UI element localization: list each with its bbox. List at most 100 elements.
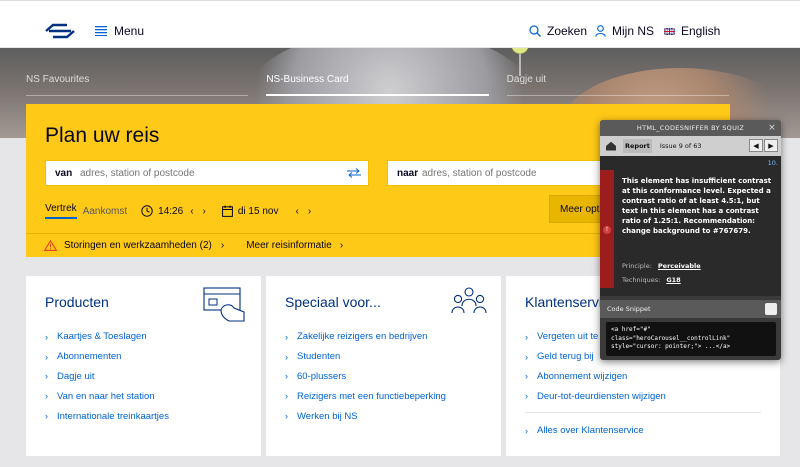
chevron-right-icon: › <box>285 331 288 342</box>
my-ns-button[interactable]: Mijn NS <box>595 24 654 38</box>
chevron-right-icon: › <box>525 351 528 362</box>
list-item[interactable]: › Werken bij NS <box>285 406 446 426</box>
list-item[interactable]: › Zakelijke reizigers en bedrijven <box>285 327 446 347</box>
previous-issue-icon[interactable]: ◀ <box>749 139 763 152</box>
carousel-tabs: NS Favourites NS-Business Card Dagje uit <box>26 74 729 96</box>
list-item[interactable]: › Alles over Klantenservice <box>525 421 644 441</box>
code-snippet-header: Code Snippet <box>600 300 781 318</box>
calendar-icon <box>221 205 233 217</box>
principle-row: Principle: Perceivable <box>622 262 701 270</box>
close-icon[interactable]: × <box>768 120 776 136</box>
issue-number: 10. <box>767 159 778 167</box>
chevron-right-icon: › <box>45 371 48 382</box>
search-icon <box>529 25 541 37</box>
chevron-right-icon: › <box>45 391 48 402</box>
disruptions-label: Storingen en werkzaamheden (2) <box>64 240 212 251</box>
disruptions-link[interactable]: Storingen en werkzaamheden (2) › <box>44 240 226 251</box>
codesniffer-panel: HTML_CODESNIFFER BY SQUIZ × Report Issue… <box>600 120 781 360</box>
error-icon: ! <box>603 226 611 234</box>
card-special-for: Speciaal voor... › Zakelijke reizigers en… <box>266 276 501 456</box>
chevron-right-icon: › <box>339 240 344 251</box>
chevron-right-icon: › <box>285 411 288 422</box>
clock-icon <box>141 205 153 217</box>
from-label: van <box>55 167 73 179</box>
list-item[interactable]: › Deur-tot-deurdiensten wijzigen <box>525 386 666 406</box>
date-value[interactable]: di 15 nov <box>238 206 279 217</box>
issue-navigation: ◀ ▶ <box>749 139 778 152</box>
chevron-right-icon: › <box>525 331 528 342</box>
menu-label: Menu <box>114 24 145 38</box>
chevron-right-icon: › <box>45 411 48 422</box>
list-item[interactable]: › Abonnementen <box>45 347 169 367</box>
principle-link[interactable]: Perceivable <box>658 262 701 270</box>
list-item[interactable]: › Reizigers met een functiebeperking <box>285 386 446 406</box>
hamburger-icon <box>95 26 107 36</box>
list-item[interactable]: › Van en naar het station <box>45 386 169 406</box>
chevron-right-icon: › <box>285 391 288 402</box>
card-title: Klantenservi <box>525 294 603 310</box>
techniques-label: Techniques: <box>622 276 661 284</box>
chevron-right-icon: › <box>525 371 528 382</box>
severity-bar: ! <box>600 170 614 288</box>
user-icon <box>595 25 606 37</box>
swap-icon[interactable] <box>346 168 362 178</box>
time-prev-icon[interactable]: ‹ <box>188 206 195 217</box>
from-input[interactable] <box>80 167 346 179</box>
carousel-tab-business-card[interactable]: NS-Business Card <box>266 74 489 96</box>
language-button[interactable]: English <box>664 24 720 38</box>
code-snippet: <a href="#" class="heroCarousel__control… <box>606 322 776 356</box>
home-icon[interactable] <box>604 141 618 151</box>
next-issue-icon[interactable]: ▶ <box>764 139 778 152</box>
chevron-right-icon: › <box>45 351 48 362</box>
pin-icon[interactable] <box>765 303 777 315</box>
more-info-label: Meer reisinformatie <box>246 240 332 251</box>
chevron-right-icon: › <box>220 240 225 251</box>
list-item[interactable]: › Internationale treinkaartjes <box>45 406 169 426</box>
codesniffer-title-bar[interactable]: HTML_CODESNIFFER BY SQUIZ × <box>600 120 781 136</box>
card-title: Speciaal voor... <box>285 294 381 310</box>
time-controls: Vertrek Aankomst 14:26 ‹ › di 15 nov ‹ › <box>45 203 313 219</box>
codesniffer-toolbar: Report Issue 9 of 63 ◀ ▶ <box>600 136 781 156</box>
tab-departure[interactable]: Vertrek <box>45 203 77 219</box>
card-hand-icon <box>203 287 245 322</box>
menu-button[interactable]: Menu <box>95 24 144 38</box>
chevron-right-icon: › <box>285 371 288 382</box>
list-item[interactable]: › Kaartjes & Toeslagen <box>45 327 169 347</box>
date-next-icon[interactable]: › <box>306 206 313 217</box>
time-value[interactable]: 14:26 <box>158 206 183 217</box>
my-ns-label: Mijn NS <box>612 24 655 38</box>
tab-arrival[interactable]: Aankomst <box>83 206 127 217</box>
code-snippet-title: Code Snippet <box>607 305 651 313</box>
ns-logo-icon[interactable] <box>44 23 76 39</box>
techniques-row: Techniques: G18 <box>622 276 681 284</box>
list-item[interactable]: › Abonnement wijzigen <box>525 367 666 387</box>
search-label: Zoeken <box>547 24 588 38</box>
warning-icon <box>44 240 57 251</box>
principle-label: Principle: <box>622 262 652 270</box>
to-label: naar <box>397 167 419 179</box>
from-field[interactable]: van <box>45 160 369 186</box>
divider <box>525 412 761 413</box>
list-item[interactable]: › Studenten <box>285 347 446 367</box>
language-label: English <box>681 24 721 38</box>
issue-detail: 10. ! This element has insufficient cont… <box>600 156 781 296</box>
report-button[interactable]: Report <box>623 139 652 153</box>
people-icon <box>451 287 487 314</box>
time-selector: 14:26 ‹ › <box>141 205 208 217</box>
more-info-link[interactable]: Meer reisinformatie › <box>246 240 345 251</box>
carousel-tab-dagje-uit[interactable]: Dagje uit <box>506 74 729 96</box>
issue-counter: Issue 9 of 63 <box>659 142 702 150</box>
techniques-link[interactable]: G18 <box>666 276 680 284</box>
codesniffer-title: HTML_CODESNIFFER BY SQUIZ <box>636 124 745 132</box>
chevron-right-icon: › <box>525 425 528 436</box>
date-prev-icon[interactable]: ‹ <box>293 206 300 217</box>
planner-title: Plan uw reis <box>45 124 160 147</box>
list-item[interactable]: › 60-plussers <box>285 367 446 387</box>
search-button[interactable]: Zoeken <box>529 24 587 38</box>
time-next-icon[interactable]: › <box>201 206 208 217</box>
top-header: Menu Zoeken Mijn NS English <box>0 0 800 48</box>
card-products: Producten › Kaartjes & Toeslagen › Abonnem… <box>26 276 261 456</box>
chevron-right-icon: › <box>285 351 288 362</box>
list-item[interactable]: › Dagje uit <box>45 367 169 387</box>
carousel-tab-ns-favourites[interactable]: NS Favourites <box>26 74 249 96</box>
